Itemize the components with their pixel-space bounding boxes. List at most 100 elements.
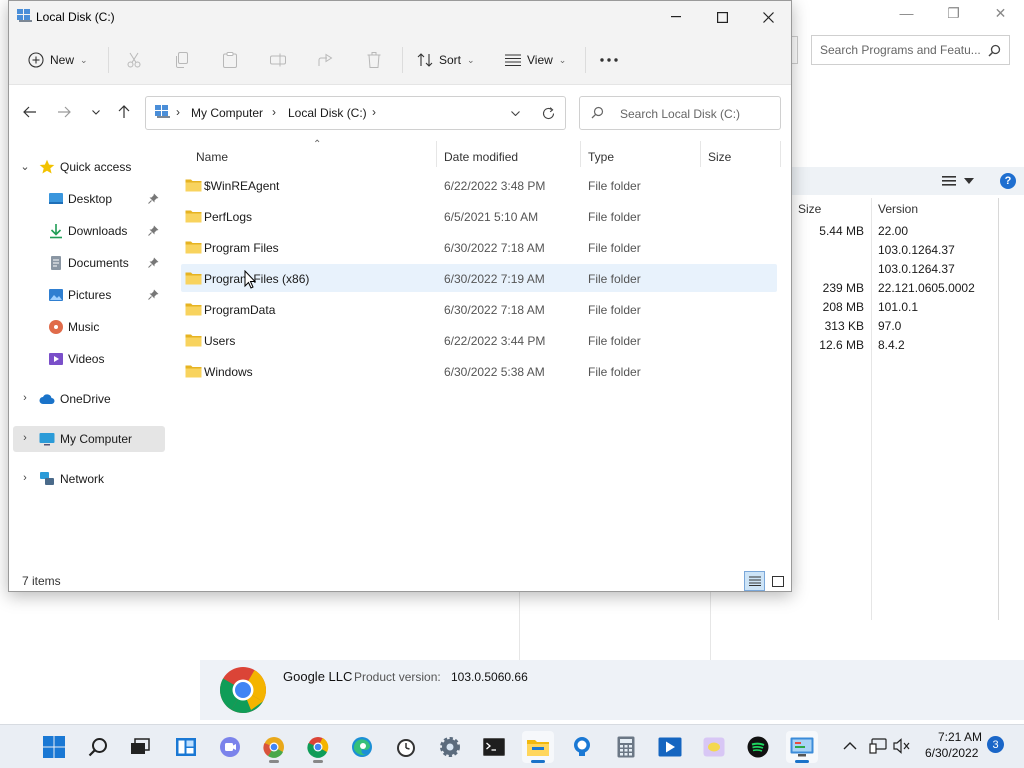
- task-view-button[interactable]: [124, 731, 156, 763]
- spotify-button[interactable]: [742, 731, 774, 763]
- pin-icon[interactable]: [148, 193, 159, 204]
- bg-table-row[interactable]: 239 MB 22.121.0605.0002: [792, 279, 1024, 298]
- bg-search-input[interactable]: Search Programs and Featu...: [811, 35, 1010, 65]
- volume-muted-icon[interactable]: [893, 738, 911, 754]
- file-row[interactable]: PerfLogs 6/5/2021 5:10 AM File folder: [181, 202, 777, 230]
- nav-quick-access[interactable]: ⌄ Quick access: [13, 154, 161, 180]
- column-type[interactable]: Type: [588, 150, 614, 164]
- bg-maximize-button[interactable]: ❐: [930, 0, 977, 26]
- bg-close-button[interactable]: ✕: [977, 0, 1024, 26]
- new-button[interactable]: New ⌄: [28, 49, 88, 71]
- chevron-right-icon[interactable]: ›: [19, 392, 31, 404]
- bg-table-row[interactable]: 103.0.1264.37: [792, 241, 1024, 260]
- back-button[interactable]: [21, 103, 39, 121]
- title-bar[interactable]: Local Disk (C:): [9, 1, 791, 33]
- edge-button[interactable]: [346, 731, 378, 763]
- address-dropdown-icon[interactable]: [511, 111, 520, 116]
- rename-button[interactable]: [267, 49, 289, 71]
- file-row[interactable]: Windows 6/30/2022 5:38 AM File folder: [181, 357, 777, 385]
- bg-table-row[interactable]: 12.6 MB 8.4.2: [792, 336, 1024, 355]
- nav-music[interactable]: Music: [13, 314, 161, 340]
- file-row[interactable]: Program Files 6/30/2022 7:18 AM File folde…: [181, 233, 777, 261]
- recent-locations-button[interactable]: [87, 103, 105, 121]
- file-explorer-button[interactable]: [522, 731, 554, 763]
- bg-col-size[interactable]: Size: [798, 198, 821, 220]
- sort-button[interactable]: Sort ⌄: [417, 49, 475, 71]
- media-player-button[interactable]: [654, 731, 686, 763]
- nav-videos[interactable]: Videos: [13, 346, 161, 372]
- cut-button[interactable]: [123, 49, 145, 71]
- column-name[interactable]: Name: [196, 150, 228, 164]
- bg-table-row[interactable]: 208 MB 101.0.1: [792, 298, 1024, 317]
- file-type: File folder: [588, 210, 641, 224]
- nav-onedrive[interactable]: › OneDrive: [13, 386, 161, 412]
- file-row[interactable]: ProgramData 6/30/2022 7:18 AM File folder: [181, 295, 777, 323]
- see-more-button[interactable]: [598, 49, 620, 71]
- view-options-icon[interactable]: [942, 175, 956, 187]
- alarms-clock-button[interactable]: [390, 731, 422, 763]
- chevron-down-icon[interactable]: ⌄: [19, 160, 31, 173]
- nav-network[interactable]: › Network: [13, 466, 161, 492]
- clock-time[interactable]: 7:21 AM: [938, 730, 982, 744]
- close-button[interactable]: [745, 1, 791, 33]
- taskbar-search-button[interactable]: [82, 731, 114, 763]
- maximize-button[interactable]: [699, 1, 745, 33]
- settings-button[interactable]: [434, 731, 466, 763]
- copy-button[interactable]: [171, 49, 193, 71]
- details-view-button[interactable]: [744, 571, 765, 591]
- breadcrumb-chevron-icon[interactable]: ›: [272, 105, 276, 119]
- start-button[interactable]: [38, 731, 70, 763]
- pin-icon[interactable]: [148, 225, 159, 236]
- teams-chat-button[interactable]: [214, 731, 246, 763]
- chevron-down-icon[interactable]: [964, 178, 974, 184]
- column-date-modified[interactable]: Date modified: [444, 150, 518, 164]
- pin-icon[interactable]: [148, 257, 159, 268]
- chrome-canary-button[interactable]: [258, 731, 290, 763]
- nav-documents[interactable]: Documents: [13, 250, 161, 276]
- control-panel-button[interactable]: [786, 731, 818, 763]
- chevron-right-icon[interactable]: ›: [19, 432, 31, 444]
- file-row[interactable]: Users 6/22/2022 3:44 PM File folder: [181, 326, 777, 354]
- nav-desktop[interactable]: Desktop: [13, 186, 161, 212]
- widgets-button[interactable]: [170, 731, 202, 763]
- forward-button[interactable]: [55, 103, 73, 121]
- view-button[interactable]: View ⌄: [505, 49, 566, 71]
- file-row[interactable]: Program Files (x86) 6/30/2022 7:19 AM File…: [181, 264, 777, 292]
- delete-button[interactable]: [363, 49, 385, 71]
- tips-button[interactable]: [566, 731, 598, 763]
- nav-my-computer[interactable]: › My Computer: [13, 426, 165, 452]
- calculator-button[interactable]: [610, 731, 642, 763]
- chrome-button[interactable]: [302, 731, 334, 763]
- breadcrumb-local-disk[interactable]: Local Disk (C:): [288, 106, 367, 120]
- refresh-icon[interactable]: [542, 107, 555, 120]
- notification-badge[interactable]: 3: [987, 736, 1004, 753]
- clock-date[interactable]: 6/30/2022: [925, 746, 978, 760]
- address-bar[interactable]: › My Computer › Local Disk (C:) ›: [145, 96, 566, 130]
- large-icons-view-button[interactable]: [768, 571, 788, 591]
- network-tray-icon[interactable]: [869, 738, 887, 754]
- bg-table-row[interactable]: 103.0.1264.37: [792, 260, 1024, 279]
- bg-col-version[interactable]: Version: [878, 198, 918, 220]
- breadcrumb-my-computer[interactable]: My Computer: [191, 106, 263, 120]
- column-size[interactable]: Size: [708, 150, 731, 164]
- pin-icon[interactable]: [148, 289, 159, 300]
- bg-table-row[interactable]: 313 KB 97.0: [792, 317, 1024, 336]
- paste-button[interactable]: [219, 49, 241, 71]
- file-row[interactable]: $WinREAgent 6/22/2022 3:48 PM File folder: [181, 171, 777, 199]
- chevron-right-icon[interactable]: ›: [19, 472, 31, 484]
- breadcrumb-chevron-icon[interactable]: ›: [176, 105, 180, 119]
- terminal-button[interactable]: [478, 731, 510, 763]
- sticky-notes-button[interactable]: [698, 731, 730, 763]
- nav-downloads[interactable]: Downloads: [13, 218, 161, 244]
- nav-pictures[interactable]: Pictures: [13, 282, 161, 308]
- bg-minimize-button[interactable]: —: [883, 0, 930, 26]
- bg-scrollbar[interactable]: [998, 198, 999, 620]
- share-button[interactable]: [315, 49, 337, 71]
- help-icon[interactable]: ?: [1000, 173, 1016, 189]
- up-button[interactable]: [115, 103, 133, 121]
- bg-table-row[interactable]: 5.44 MB 22.00: [792, 222, 1024, 241]
- minimize-button[interactable]: [653, 1, 699, 33]
- breadcrumb-chevron-icon[interactable]: ›: [372, 105, 376, 119]
- search-input[interactable]: Search Local Disk (C:): [579, 96, 781, 130]
- tray-overflow-chevron-icon[interactable]: [842, 738, 858, 754]
